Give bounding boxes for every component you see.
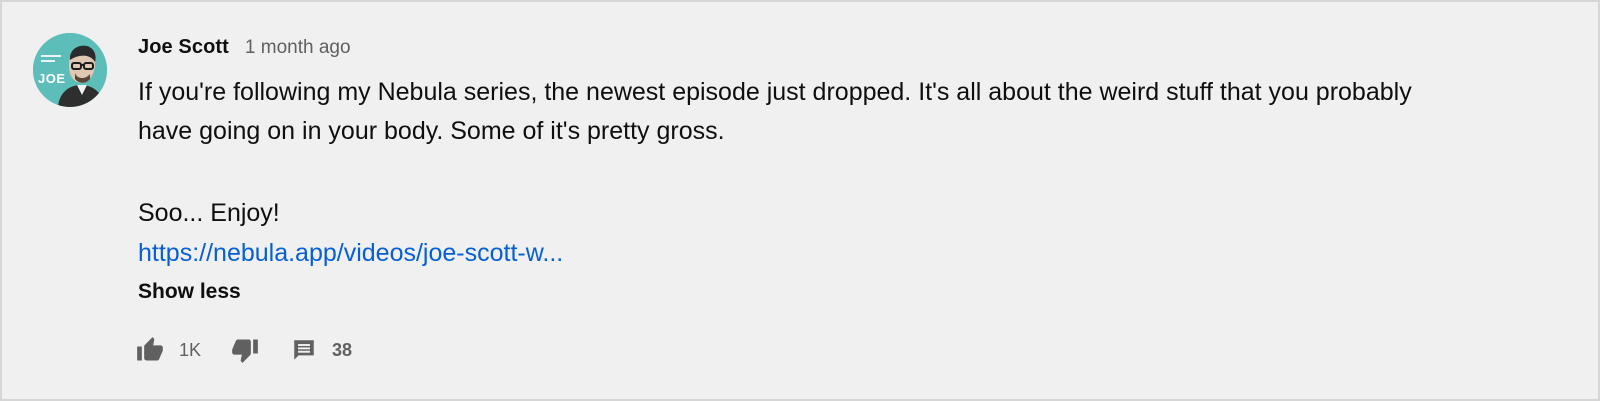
reply-count[interactable]: 38 bbox=[332, 340, 352, 361]
thumbs-down-icon bbox=[232, 339, 258, 363]
comment-icon bbox=[294, 340, 314, 360]
comment-header: Joe Scott 1 month ago bbox=[138, 36, 1558, 64]
like-button[interactable] bbox=[136, 336, 164, 364]
avatar[interactable]: JOE bbox=[33, 33, 107, 107]
nebula-link[interactable]: https://nebula.app/videos/joe-scott-w... bbox=[138, 233, 1458, 273]
thumbs-up-icon bbox=[137, 337, 163, 361]
reply-button[interactable] bbox=[291, 337, 317, 363]
author-name[interactable]: Joe Scott bbox=[138, 36, 229, 59]
comment-action-bar: 1K 38 bbox=[136, 335, 352, 365]
comment-paragraph: If you're following my Nebula series, th… bbox=[138, 78, 1412, 145]
avatar-image bbox=[33, 33, 107, 107]
comment-text: If you're following my Nebula series, th… bbox=[138, 73, 1458, 273]
avatar-text: JOE bbox=[38, 71, 66, 86]
comment-spacer bbox=[138, 151, 1458, 194]
comment-paragraph: Soo... Enjoy! bbox=[138, 199, 280, 227]
dislike-button[interactable] bbox=[231, 336, 259, 364]
show-less-button[interactable]: Show less bbox=[138, 279, 241, 305]
comment-body: Joe Scott 1 month ago If you're followin… bbox=[138, 36, 1558, 305]
comment-card: JOE Joe Scott 1 month ago If you're foll… bbox=[0, 0, 1600, 401]
comment-timestamp[interactable]: 1 month ago bbox=[245, 37, 351, 59]
like-count: 1K bbox=[179, 339, 202, 360]
